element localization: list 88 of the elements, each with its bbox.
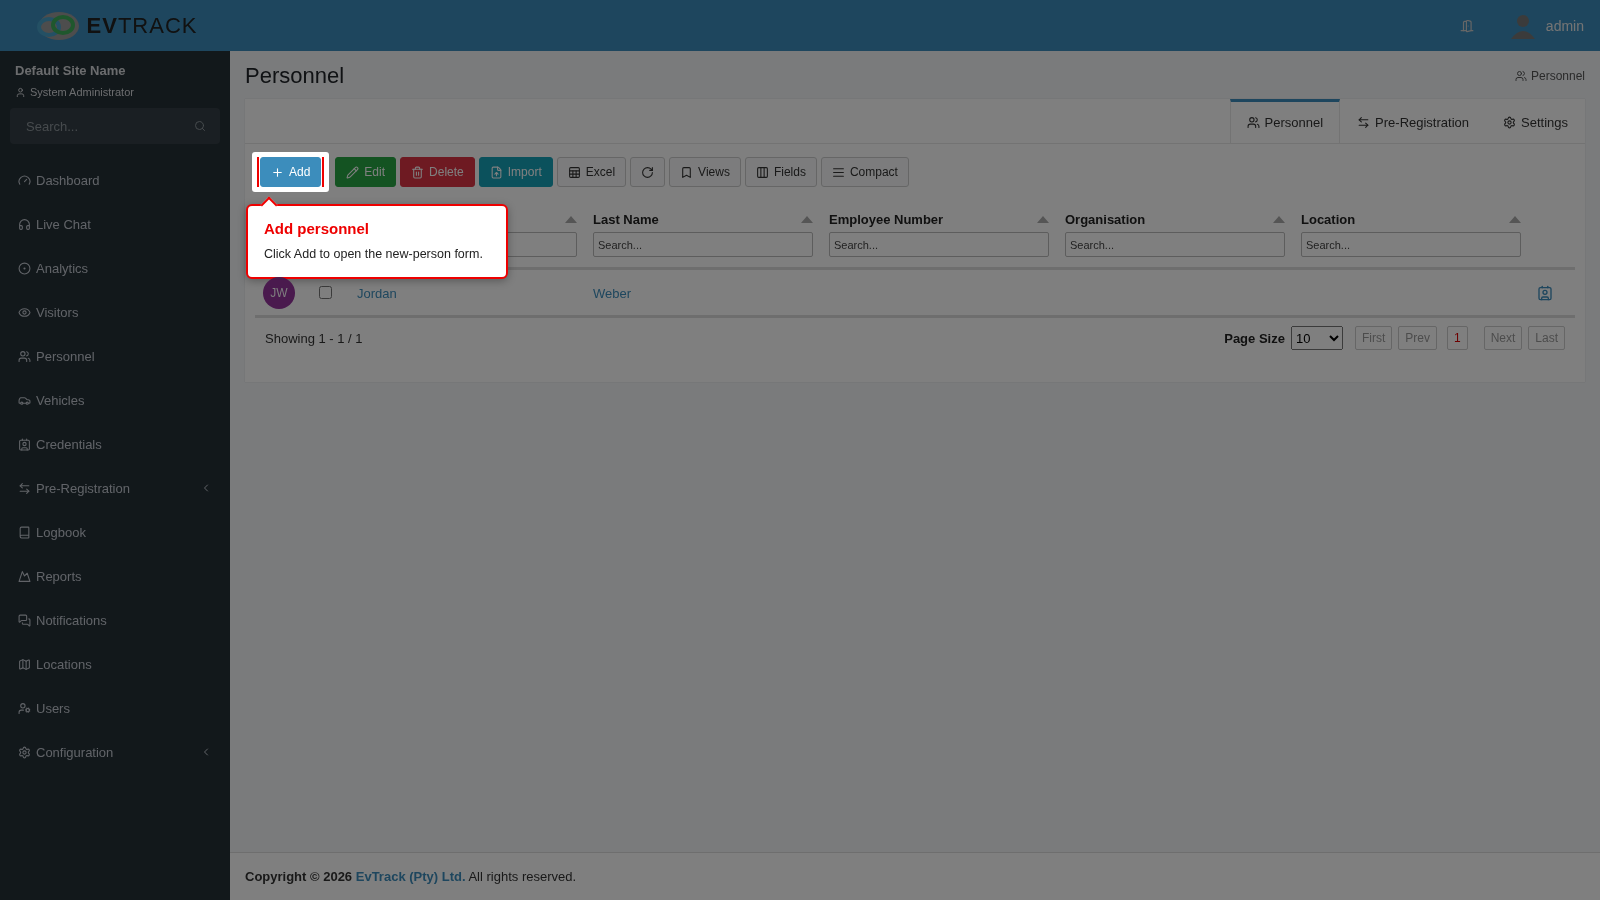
column-filter-field[interactable]: Search...: [829, 232, 1049, 257]
compact-button[interactable]: Compact: [820, 157, 909, 187]
sidebar-item[interactable]: Logbook: [10, 510, 220, 554]
sidebar-item[interactable]: Personnel: [10, 334, 220, 378]
sidebar-item[interactable]: Credentials: [10, 422, 220, 466]
tab[interactable]: Personnel: [1229, 99, 1341, 143]
headset-icon: [18, 217, 31, 231]
search-icon: [194, 120, 206, 132]
sort-icon[interactable]: [1037, 215, 1049, 223]
sidebar-item[interactable]: Pre-Registration: [10, 466, 220, 510]
excel-icon: [567, 165, 581, 179]
sidebar-item[interactable]: Configuration: [10, 730, 220, 774]
row-checkbox[interactable]: [319, 286, 332, 299]
arrows-icon: [1357, 116, 1371, 129]
import-icon: [489, 165, 503, 179]
column-header[interactable]: Organisation: [1065, 211, 1146, 227]
gear-icon: [18, 745, 31, 759]
import-button[interactable]: Import: [478, 157, 553, 187]
sidebar-item[interactable]: Analytics: [10, 246, 220, 290]
people-icon: [1514, 70, 1527, 82]
fields-button[interactable]: Fields: [744, 157, 817, 187]
delete-icon: [411, 165, 425, 179]
sidebar-item[interactable]: Dashboard: [10, 158, 220, 202]
sidebar-item[interactable]: Live Chat: [10, 202, 220, 246]
column-header[interactable]: Location: [1301, 211, 1356, 227]
first-name-link[interactable]: Jordan: [357, 285, 397, 301]
compact-icon: [831, 165, 845, 179]
views-icon: [680, 165, 694, 179]
target-icon: [18, 261, 31, 275]
fields-icon: [755, 165, 769, 179]
edit-icon: [346, 165, 360, 179]
page-button[interactable]: 1: [1446, 326, 1468, 350]
people-icon: [1246, 116, 1260, 129]
user-name[interactable]: admin: [1545, 17, 1584, 34]
sidebar-item[interactable]: Notifications: [10, 598, 220, 642]
plus-icon: [271, 165, 284, 179]
excel-button[interactable]: Excel: [556, 157, 627, 187]
logo-text: EVTRACK: [86, 12, 198, 39]
people-icon: [18, 349, 31, 363]
arrows-icon: [18, 481, 31, 495]
edit-button[interactable]: Edit: [335, 157, 397, 187]
map-icon: [18, 657, 31, 671]
refresh-button[interactable]: [630, 157, 666, 187]
views-button[interactable]: Views: [669, 157, 741, 187]
column-filter-field[interactable]: Search...: [1065, 232, 1285, 257]
user-gear-icon: [18, 701, 31, 715]
last-name-link[interactable]: Weber: [593, 285, 632, 301]
sidebar-item[interactable]: Locations: [10, 642, 220, 686]
gauge-icon: [18, 173, 31, 187]
sort-icon[interactable]: [1509, 215, 1521, 223]
tour-text: Click Add to open the new-person form.: [264, 247, 484, 261]
company-link[interactable]: EvTrack (Pty) Ltd.: [355, 869, 466, 884]
door-icon[interactable]: [1459, 18, 1474, 33]
sort-icon[interactable]: [801, 215, 813, 223]
messages-icon: [18, 613, 31, 627]
tab[interactable]: Settings: [1486, 99, 1585, 143]
add-button[interactable]: Add: [260, 157, 322, 187]
column-filter-field[interactable]: Search...: [1301, 232, 1521, 257]
page-size-select[interactable]: 10: [1290, 326, 1343, 350]
footer-copyright: Copyright © 2026 EvTrack (Pty) Ltd. All rights reserved.: [245, 869, 577, 884]
sidebar-item[interactable]: Vehicles: [10, 378, 220, 422]
sidebar-item[interactable]: Reports: [10, 554, 220, 598]
sort-icon[interactable]: [1273, 215, 1285, 223]
sort-icon[interactable]: [565, 215, 577, 223]
column-filter-field[interactable]: Search...: [593, 232, 813, 257]
user-role: System Administrator: [30, 86, 134, 98]
breadcrumb[interactable]: Personnel: [1530, 69, 1585, 83]
tour-title: Add personnel: [264, 220, 370, 237]
sidebar-item[interactable]: Visitors: [10, 290, 220, 334]
gear-icon: [1503, 116, 1516, 129]
eye-icon: [18, 305, 31, 319]
chart-icon: [18, 569, 31, 583]
id-card-icon: [18, 437, 31, 451]
book-icon: [18, 525, 31, 539]
delete-button[interactable]: Delete: [400, 157, 475, 187]
site-name: Default Site Name: [14, 63, 127, 78]
avatar: JW: [263, 276, 295, 309]
page-size-label: Page Size: [1224, 330, 1285, 346]
tab[interactable]: Pre-Registration: [1340, 99, 1486, 143]
column-header[interactable]: Employee Number: [829, 211, 944, 227]
user-icon: [15, 86, 26, 98]
user-avatar-icon: [1509, 12, 1536, 39]
id-card-icon[interactable]: [1537, 284, 1553, 301]
refresh-icon: [641, 165, 655, 179]
sidebar-item[interactable]: Users: [10, 686, 220, 730]
column-header[interactable]: Last Name: [593, 211, 659, 227]
page-title: Personnel: [245, 63, 345, 89]
showing-count: Showing 1 - 1 / 1: [265, 330, 363, 346]
